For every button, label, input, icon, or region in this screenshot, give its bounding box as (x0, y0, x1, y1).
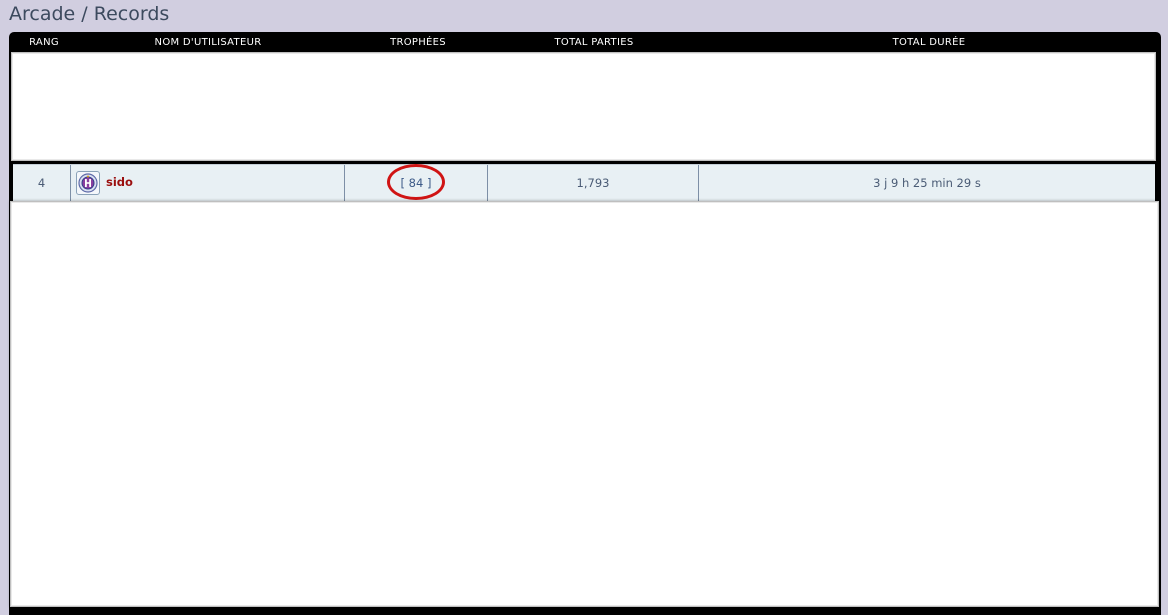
rank-cell: 4 (13, 165, 71, 201)
column-header-username: NOM D'UTILISATEUR (154, 37, 262, 48)
column-header-total-parties: TOTAL PARTIES (554, 37, 634, 48)
username-link[interactable]: sido (106, 175, 133, 189)
records-table: RANG NOM D'UTILISATEUR TROPHÉES TOTAL PA… (9, 32, 1161, 615)
table-header: RANG NOM D'UTILISATEUR TROPHÉES TOTAL PA… (9, 32, 1161, 52)
page-title: Arcade / Records (9, 3, 169, 25)
column-header-total-duration: TOTAL DURÉE (892, 37, 966, 48)
breadcrumb-separator: / (81, 3, 88, 25)
breadcrumb-section[interactable]: Arcade (9, 3, 75, 25)
total-parties-value: 1,793 (576, 176, 610, 190)
total-parties-cell: 1,793 (488, 165, 699, 201)
empty-panel-bottom (10, 201, 1159, 607)
trophies-link[interactable]: [ 84 ] (401, 176, 432, 190)
total-duration-value: 3 j 9 h 25 min 29 s (873, 176, 981, 190)
column-header-trophies: TROPHÉES (390, 37, 446, 48)
user-avatar-icon[interactable] (76, 171, 100, 195)
trophies-cell: [ 84 ] (345, 164, 488, 201)
rank-value: 4 (37, 176, 46, 190)
column-header-rank: RANG (29, 37, 59, 48)
username-cell: sido (71, 165, 345, 201)
total-duration-cell: 3 j 9 h 25 min 29 s (699, 165, 1155, 201)
table-row: 4 sido [ 84 ] 1,793 3 j 9 h 25 min 29 s (13, 164, 1155, 201)
breadcrumb-page: Records (93, 3, 170, 25)
empty-panel-top (11, 52, 1156, 161)
